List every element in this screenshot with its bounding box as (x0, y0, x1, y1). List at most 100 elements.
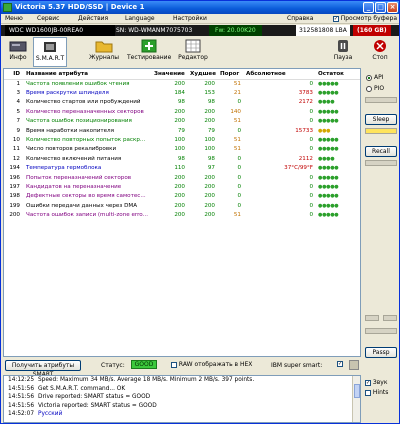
status-label: Статус: (101, 362, 125, 369)
table-row[interactable]: 9 Время наработки накопителя 79 79 0 15733 ●●● (4, 126, 360, 135)
table-row[interactable]: 200 Частота ошибок записи (multi-zone err… (4, 210, 360, 219)
row-worst: 98 (207, 155, 215, 162)
pio-radio-dot[interactable] (366, 85, 372, 92)
row-id: 12 (12, 155, 20, 162)
row-threshold: 0 (237, 165, 241, 172)
row-threshold: 21 (233, 90, 241, 97)
pause-button[interactable]: Пауза (331, 37, 355, 67)
table-row[interactable]: 196 Попыток переназначений секторов 200 200… (4, 173, 360, 182)
recall-button[interactable]: Recall (365, 146, 397, 157)
sleep-button[interactable]: Sleep (365, 114, 397, 125)
log-scrollbar[interactable] (352, 376, 360, 422)
pio-radio[interactable]: PIO (366, 85, 384, 92)
window-title: Victoria 5.37 HDD/SSD | Device 1 (15, 3, 145, 11)
row-name: Ошибки передачи данных через DMA (26, 202, 138, 209)
row-worst: 200 (204, 212, 215, 219)
table-row[interactable]: 11 Число повторов рекалибровки 100 100 51 0 ●●… (4, 145, 360, 154)
table-row[interactable]: 1 Частота появления ошибок чтения 200 200 51… (4, 79, 360, 88)
row-threshold: 0 (237, 155, 241, 162)
info-button[interactable]: Инфо (5, 37, 31, 67)
buffer-view-toggle[interactable]: ✓ Просмотр буфера (332, 15, 397, 22)
log-time: 14:51:56 (8, 394, 35, 401)
row-id: 3 (16, 90, 20, 97)
table-row[interactable]: 197 Кандидатов на переназначение 200 200 0 0 ●… (4, 182, 360, 191)
api-radio-dot[interactable] (366, 74, 372, 81)
row-value: 200 (174, 118, 185, 125)
row-name: Количество включений питания (26, 155, 122, 162)
info-label: Инфо (9, 54, 27, 61)
table-row[interactable]: 10 Количество повторных попыток раскр... 1… (4, 135, 360, 144)
maximize-button[interactable]: □ (375, 2, 386, 13)
row-name: Время наработки накопителя (26, 127, 114, 134)
row-worst: 200 (204, 183, 215, 190)
row-value: 200 (174, 174, 185, 181)
smart-button[interactable]: S.M.A.R.T (33, 37, 67, 67)
device-bar[interactable]: WDC WD1600JB-00REA0 SN: WD-WMANM7075703 … (1, 25, 399, 36)
indicator-bar-3 (365, 160, 397, 166)
menu-item-settings[interactable]: Настройки (173, 15, 207, 22)
api-radio[interactable]: API (366, 74, 384, 81)
minimize-button[interactable]: _ (363, 2, 374, 13)
row-threshold: 0 (237, 183, 241, 190)
testing-button[interactable]: Тестирование (127, 37, 171, 67)
passp-button[interactable]: Passp (365, 347, 397, 358)
table-row[interactable]: 7 Частота ошибок позиционирования 200 200 51… (4, 117, 360, 126)
toolbar: Инфо S.M.A.R.T Журналы Тестирование Реда… (1, 37, 399, 67)
menu-item-language[interactable]: Language (125, 15, 155, 22)
buffer-view-label: Просмотр буфера (340, 15, 397, 22)
row-raw: 0 (309, 118, 313, 125)
ibm-smart-checkbox[interactable]: ✓ (337, 361, 343, 367)
raw-hex-checkbox[interactable] (171, 361, 177, 368)
col-raw[interactable]: Абсолютное (244, 69, 316, 80)
row-id: 194 (9, 165, 20, 172)
row-worst: 100 (204, 137, 215, 144)
log-message: Get S.M.A.R.T. command... OK (38, 385, 126, 392)
row-rest: ●●●● (318, 99, 335, 106)
row-value: 200 (174, 212, 185, 219)
row-raw: 2112 (298, 155, 313, 162)
raw-hex-toggle[interactable]: RAW отображать в HEX (171, 361, 252, 368)
log-scrollbar-thumb[interactable] (354, 384, 360, 398)
col-rest[interactable]: Остаток (316, 69, 360, 80)
row-value: 184 (174, 90, 185, 97)
table-row[interactable]: 12 Количество включений питания 98 98 0 2112 ●… (4, 154, 360, 163)
main-window: Victoria 5.37 HDD/SSD | Device 1 _ □ × М… (0, 0, 400, 424)
col-id[interactable]: ID (4, 69, 24, 80)
buffer-view-checkbox[interactable]: ✓ (332, 15, 339, 22)
stop-button[interactable]: Стоп (367, 37, 393, 67)
menu-item-actions[interactable]: Действия (78, 15, 108, 22)
table-row[interactable]: 3 Время раскрутки шпинделя 184 153 21 3783 ●●●… (4, 88, 360, 97)
row-value: 200 (174, 202, 185, 209)
log-link[interactable]: Русский (38, 411, 62, 417)
row-threshold: 140 (230, 108, 241, 115)
sound-checkbox[interactable]: ✓ (365, 379, 371, 386)
get-smart-button[interactable]: Получить атрибуты SMART (5, 360, 81, 378)
menu-item-help[interactable]: Справка (287, 15, 313, 22)
table-row[interactable]: 199 Ошибки передачи данных через DMA 200 20… (4, 201, 360, 210)
menu-item-service[interactable]: Сервис (37, 15, 59, 22)
col-name[interactable]: Название атрибута (24, 69, 152, 80)
col-threshold[interactable]: Порог (218, 69, 244, 80)
table-row[interactable]: 194 Температура гермоблока 110 97 0 37°C/99°F… (4, 164, 360, 173)
menu-item-menu[interactable]: Меню (5, 15, 23, 22)
hints-toggle[interactable]: Hints (365, 389, 388, 396)
indicator-small-1 (365, 315, 379, 321)
table-row[interactable]: 5 Количество переназначенных секторов 200 2… (4, 107, 360, 116)
table-row[interactable]: 4 Количество стартов или пробуждений 98 98 0… (4, 98, 360, 107)
ibm-smart-label: IBM super smart: (271, 362, 323, 369)
sound-toggle[interactable]: ✓ Звук (365, 379, 388, 386)
close-button[interactable]: × (387, 2, 398, 13)
hints-checkbox[interactable] (365, 389, 371, 396)
row-rest: ●●●● (318, 155, 335, 162)
editor-button[interactable]: Редактор (177, 37, 209, 67)
row-value: 200 (174, 183, 185, 190)
row-threshold: 51 (233, 212, 241, 219)
row-value: 200 (174, 80, 185, 87)
col-worst[interactable]: Худшее (188, 69, 218, 80)
table-row[interactable]: 198 Дефектные секторы во время самотес...… (4, 192, 360, 201)
journals-button[interactable]: Журналы (89, 37, 119, 67)
api-label: API (374, 74, 384, 81)
col-value[interactable]: Значение (152, 69, 188, 80)
plus-icon (141, 39, 157, 53)
device-lba: 312581808 LBA (296, 25, 350, 36)
